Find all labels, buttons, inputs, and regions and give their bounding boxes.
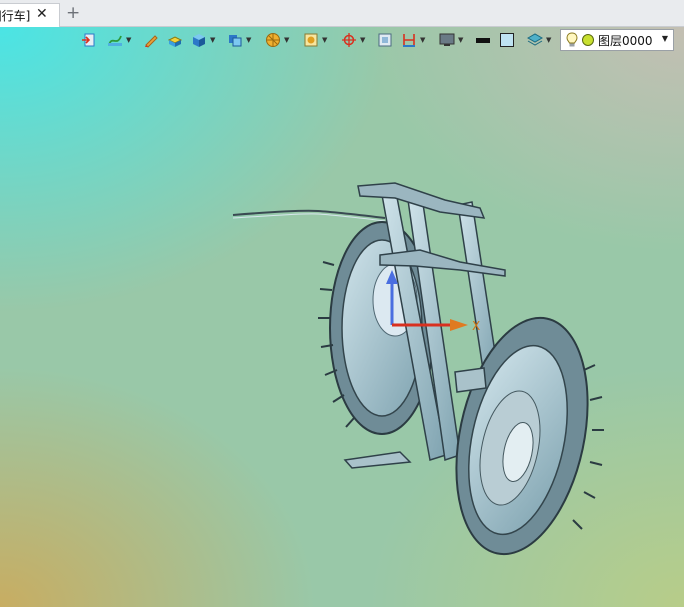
layer-color-icon[interactable] bbox=[581, 33, 595, 47]
sketch-icon[interactable] bbox=[104, 29, 126, 51]
chevron-down-icon[interactable]: ▼ bbox=[210, 35, 217, 45]
fill-color-icon[interactable] bbox=[496, 29, 518, 51]
target-icon[interactable] bbox=[338, 29, 360, 51]
exit-sketch-icon[interactable] bbox=[78, 29, 100, 51]
layer-stack-icon[interactable] bbox=[524, 29, 546, 51]
chevron-down-icon[interactable]: ▼ bbox=[126, 35, 133, 45]
chevron-down-icon[interactable]: ▼ bbox=[662, 34, 668, 43]
section-icon[interactable] bbox=[398, 29, 420, 51]
monitor-icon[interactable] bbox=[436, 29, 458, 51]
chevron-down-icon[interactable]: ▼ bbox=[458, 35, 465, 45]
pencil-icon[interactable] bbox=[140, 29, 162, 51]
layer-name: 图层0000 bbox=[598, 33, 653, 48]
chevron-down-icon[interactable]: ▼ bbox=[546, 35, 553, 45]
line-color-icon[interactable] bbox=[472, 29, 494, 51]
chevron-down-icon[interactable]: ▼ bbox=[322, 35, 329, 45]
front-wheel bbox=[455, 316, 589, 556]
feature-icon[interactable] bbox=[224, 29, 246, 51]
view-icon[interactable] bbox=[300, 29, 322, 51]
box-icon[interactable] bbox=[188, 29, 210, 51]
chevron-down-icon[interactable]: ▼ bbox=[360, 35, 367, 45]
lightbulb-icon[interactable] bbox=[565, 32, 579, 48]
chevron-down-icon[interactable]: ▼ bbox=[284, 35, 291, 45]
chevron-down-icon[interactable]: ▼ bbox=[246, 35, 253, 45]
motorcycle-model: X bbox=[232, 182, 604, 556]
layer-select[interactable]: 图层0000 ▼ bbox=[560, 29, 674, 51]
shading-icon[interactable] bbox=[262, 29, 284, 51]
x-axis-label: X bbox=[472, 319, 480, 333]
frame-icon[interactable] bbox=[374, 29, 396, 51]
chevron-down-icon[interactable]: ▼ bbox=[420, 35, 427, 45]
extrude-icon[interactable] bbox=[164, 29, 186, 51]
